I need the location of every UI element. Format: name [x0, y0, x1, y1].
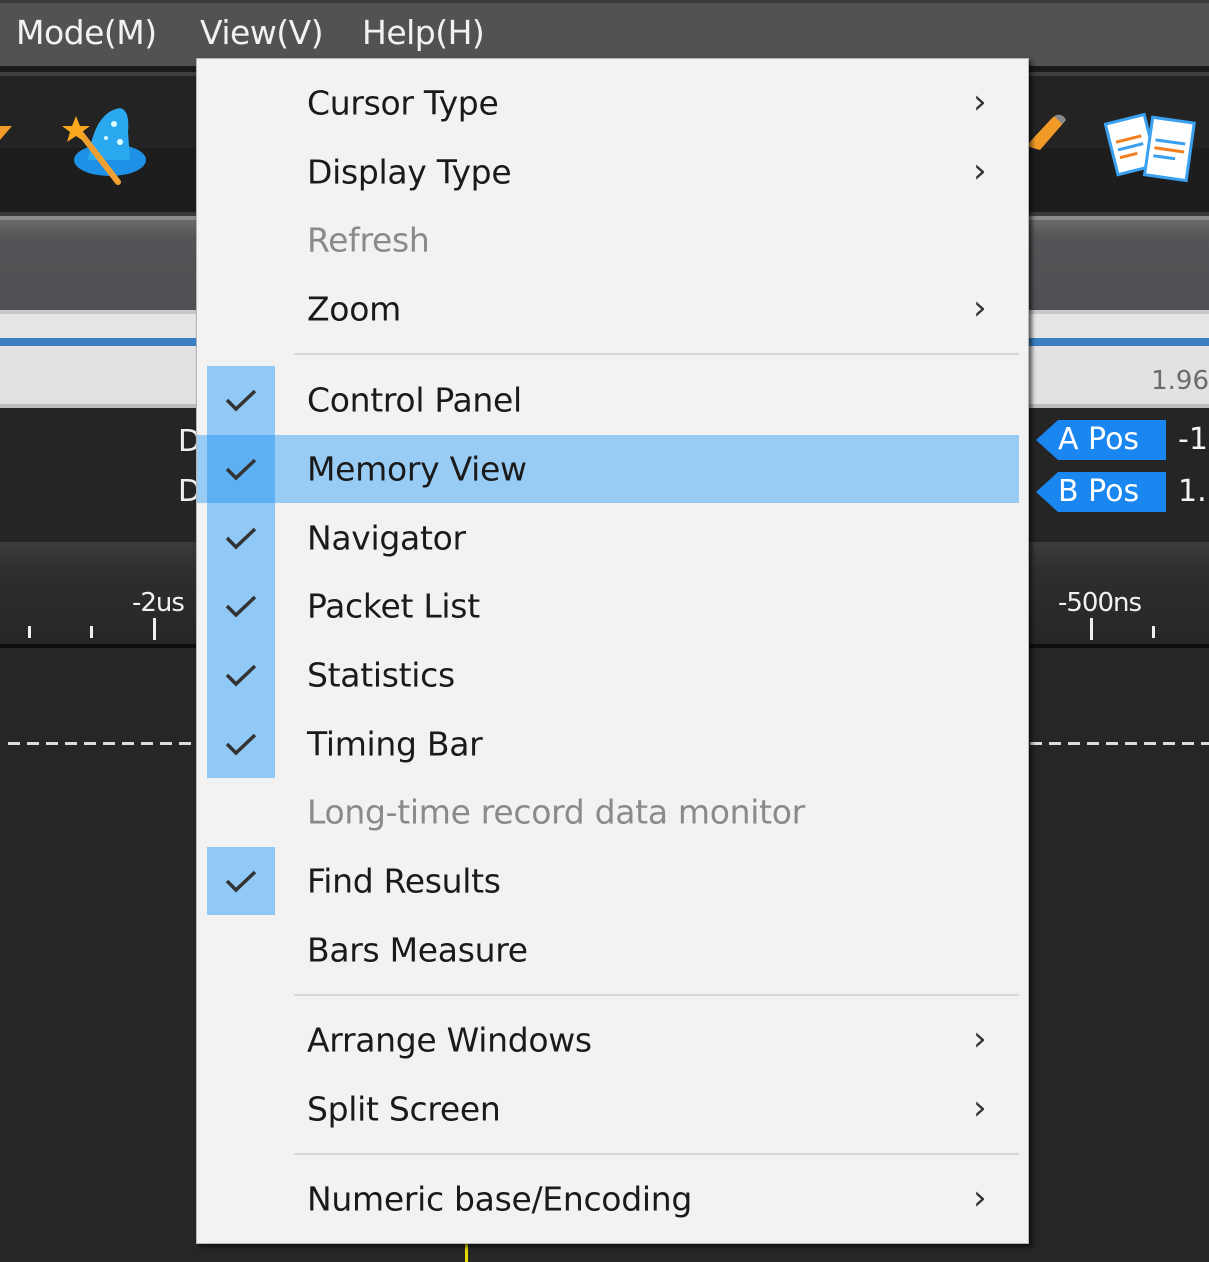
check-icon — [225, 527, 257, 550]
tick-label: -500ns — [1058, 588, 1142, 618]
chevron-right-icon: › — [973, 288, 987, 329]
menu-item-find-results[interactable]: Find Results — [197, 847, 1019, 915]
wizard-hat-icon[interactable] — [58, 102, 150, 188]
menu-separator — [294, 353, 1019, 355]
check-icon — [225, 664, 257, 687]
menu-item-packet-list[interactable]: Packet List — [197, 572, 1019, 640]
menu-item-label: Long-time record data monitor — [307, 792, 805, 832]
chevron-right-icon: › — [973, 151, 987, 192]
minor-tick — [1152, 626, 1155, 638]
menu-item-label: Split Screen — [307, 1089, 501, 1129]
checkmark — [207, 504, 275, 572]
menu-help[interactable]: Help(H) — [362, 13, 485, 52]
menu-item-cursor-type[interactable]: Cursor Type › — [197, 69, 1019, 137]
a-pos-tag[interactable]: A Pos — [1036, 420, 1166, 460]
checkmark — [207, 572, 275, 640]
menu-item-label: Bars Measure — [307, 930, 528, 970]
a-pos-value: -1 — [1178, 422, 1208, 457]
major-tick — [153, 618, 156, 640]
menu-item-memory-view[interactable]: Memory View — [197, 435, 1019, 503]
menu-view[interactable]: View(V) — [200, 13, 324, 52]
documents-icon[interactable] — [1103, 108, 1198, 188]
menu-item-long-time-record: Long-time record data monitor — [197, 778, 1019, 846]
menu-item-numeric-base-encoding[interactable]: Numeric base/Encoding › — [197, 1165, 1019, 1233]
menu-item-split-screen[interactable]: Split Screen › — [197, 1075, 1019, 1143]
b-pos-tag[interactable]: B Pos — [1036, 472, 1166, 512]
menu-item-label: Refresh — [307, 220, 430, 260]
menu-item-label: Arrange Windows — [307, 1020, 592, 1060]
b-pos-value: 1. — [1178, 474, 1207, 509]
menu-separator — [294, 994, 1019, 996]
menu-item-label: Navigator — [307, 518, 466, 558]
checkmark — [207, 435, 275, 503]
minor-tick — [90, 626, 93, 638]
chevron-right-icon: › — [973, 1019, 987, 1060]
menu-item-navigator[interactable]: Navigator — [197, 504, 1019, 572]
menu-item-display-type[interactable]: Display Type › — [197, 138, 1019, 206]
checkmark — [207, 366, 275, 434]
menu-item-refresh: Refresh — [197, 206, 1019, 274]
menu-mode[interactable]: Mode(M) — [16, 13, 157, 52]
menu-item-label: Cursor Type — [307, 83, 499, 123]
menu-item-zoom[interactable]: Zoom › — [197, 275, 1019, 343]
menu-item-statistics[interactable]: Statistics — [197, 641, 1019, 709]
chevron-right-icon: › — [973, 82, 987, 123]
check-icon — [225, 733, 257, 756]
menu-item-label: Control Panel — [307, 380, 522, 420]
trigger-level-line — [8, 742, 198, 745]
major-tick — [1090, 618, 1093, 640]
menu-item-label: Timing Bar — [307, 724, 483, 764]
chevron-right-icon: › — [973, 1178, 987, 1219]
menu-item-control-panel[interactable]: Control Panel — [197, 366, 1019, 434]
menu-item-label: Zoom — [307, 289, 401, 329]
checkmark — [207, 710, 275, 778]
menu-item-label: Display Type — [307, 152, 512, 192]
menu-item-label: Numeric base/Encoding — [307, 1179, 692, 1219]
menu-item-bars-measure[interactable]: Bars Measure — [197, 916, 1019, 984]
trigger-level-line — [1030, 742, 1209, 745]
menu-separator — [294, 1153, 1019, 1155]
checkmark — [207, 641, 275, 709]
menu-item-label: Find Results — [307, 861, 501, 901]
arrow-fragment-icon — [0, 126, 12, 140]
pencil-icon[interactable] — [1026, 112, 1068, 152]
menu-item-timing-bar[interactable]: Timing Bar — [197, 710, 1019, 778]
menu-item-label: Statistics — [307, 655, 455, 695]
view-menu-dropdown: Cursor Type › Display Type › Refresh Zoo… — [196, 58, 1029, 1244]
check-icon — [225, 389, 257, 412]
check-icon — [225, 458, 257, 481]
menu-bar: Mode(M) View(V) Help(H) — [0, 0, 1209, 66]
chevron-right-icon: › — [973, 1088, 987, 1129]
minor-tick — [28, 626, 31, 638]
checkmark — [207, 847, 275, 915]
check-icon — [225, 870, 257, 893]
tick-label: -2us — [132, 588, 185, 618]
ruler-value: 1.96 — [1151, 366, 1209, 396]
menu-item-label: Packet List — [307, 586, 480, 626]
menu-item-arrange-windows[interactable]: Arrange Windows › — [197, 1006, 1019, 1074]
check-icon — [225, 595, 257, 618]
menu-item-label: Memory View — [307, 449, 527, 489]
